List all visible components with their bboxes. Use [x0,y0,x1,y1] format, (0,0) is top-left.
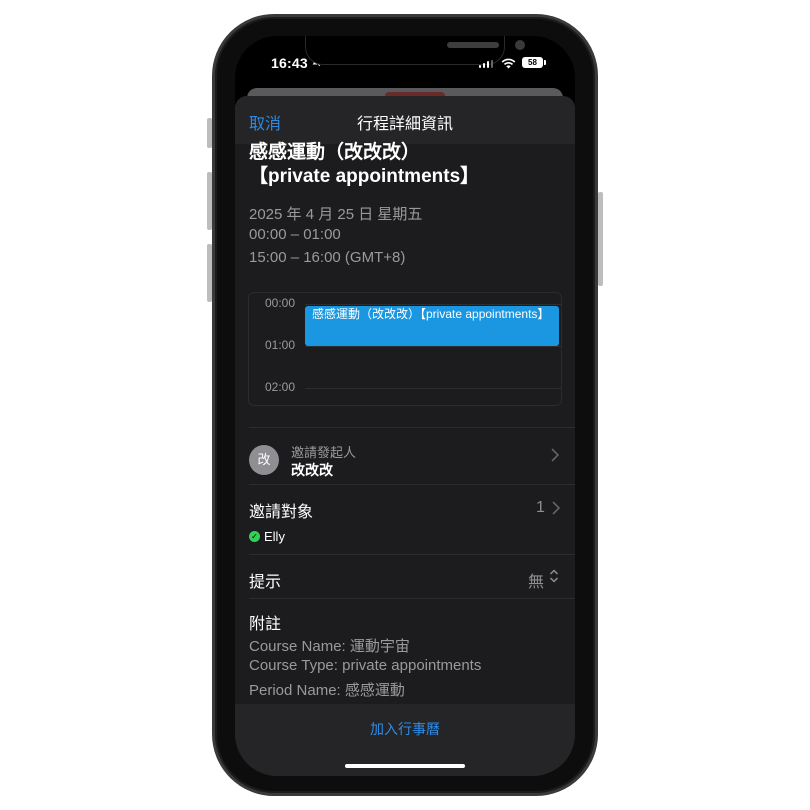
section-divider [249,427,575,428]
accepted-check-icon: ✓ [249,531,260,542]
add-to-calendar-button[interactable]: 加入行事曆 [235,719,575,739]
note-line: Course Type: private appointments [249,657,482,674]
timeline-event-block: 感感運動（改改改）【private appointments】 [305,306,559,346]
battery-icon: 58 [522,57,543,68]
hour-label: 01:00 [264,338,295,352]
page-title: 行程詳細資訊 [356,116,453,133]
event-title: 感感運動（改改改） 【private appointments】 [249,141,561,189]
alert-label: 提示 [249,574,282,591]
chevron-up-down-icon [549,568,559,588]
power-button [598,192,603,286]
hour-gridline [305,346,561,347]
note-line: Period Name: 感感運動 [249,682,405,699]
section-divider [249,554,575,555]
status-bar: 16:43 58 [235,36,575,86]
hour-label: 02:00 [264,380,295,394]
hour-gridline [305,388,561,389]
event-time-other-timezone: 15:00 – 16:00 (GMT+8) [249,249,406,266]
status-time: 16:43 [271,55,308,71]
home-indicator[interactable] [345,764,465,768]
attendee-name: Elly [264,529,285,544]
hour-gridline [305,304,561,305]
navigation-bar: 取消 行程詳細資訊 [235,96,575,144]
hour-label: 00:00 [264,296,295,310]
alert-value: 無 [528,574,545,591]
event-title-line-1: 感感運動（改改改） [249,142,421,163]
event-title-line-2: 【private appointments】 [249,166,480,187]
chevron-right-icon [552,501,561,519]
chevron-right-icon [551,448,560,466]
dynamic-island [305,36,525,65]
avatar: 改 [249,445,279,475]
wifi-icon [501,56,516,74]
inviter-name: 改改改 [291,462,333,478]
note-line: Course Name: 運動宇宙 [249,638,410,655]
event-details-sheet: 取消 行程詳細資訊 感感運動（改改改） 【private appointment… [235,96,575,776]
front-camera [515,40,525,50]
phone-screen: 16:43 58 取消 行程詳細資訊 感感運動（改改改） 【private ap… [235,36,575,776]
event-date: 2025 年 4 月 25 日 星期五 [249,206,423,223]
notes-label: 附註 [249,616,282,633]
event-time-local: 00:00 – 01:00 [249,226,341,243]
section-divider [249,598,575,599]
inviter-label: 邀請發起人 [291,445,357,460]
battery-tip [544,60,546,65]
section-divider [249,484,575,485]
signal-icon [479,60,493,68]
day-timeline-preview: 00:00 01:00 02:00 感感運動（改改改）【private appo… [248,292,562,406]
speaker-grille [447,42,499,48]
invitees-label: 邀請對象 [249,504,314,521]
invitees-count: 1 [536,499,545,516]
